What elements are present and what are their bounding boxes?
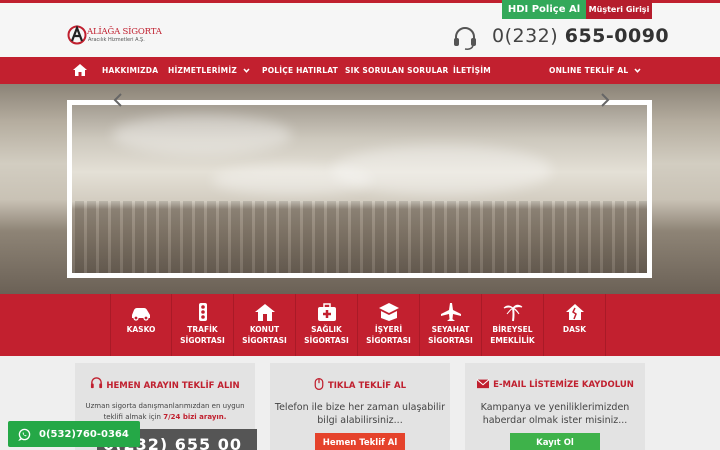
category-konut[interactable]: KONUT SİGORTASI	[234, 294, 296, 356]
main-nav: HAKKIMIZDA HİZMETLERİMİZ POLİÇE HATIRLAT…	[0, 57, 720, 84]
email-box: E-MAIL LİSTEMİZE KAYDOLUN Kampanya ve ye…	[465, 363, 645, 450]
cloud-shape	[332, 145, 552, 195]
whatsapp-button[interactable]: 0(532)760-0364	[8, 421, 140, 447]
phone-prefix: 0(232)	[492, 25, 565, 47]
workplace-icon	[378, 303, 399, 321]
get-quote-button[interactable]: Hemen Teklif Al	[315, 433, 405, 450]
category-dask[interactable]: DASK	[544, 294, 606, 356]
quote-box: TIKLA TEKLİF AL Telefon ile bize her zam…	[270, 363, 450, 450]
category-bireysel[interactable]: BİREYSEL EMEKLİLİK	[482, 294, 544, 356]
car-icon	[132, 308, 150, 321]
call-box-title-text: HEMEN ARAYIN TEKLİF ALIN	[106, 381, 240, 391]
first-aid-icon	[317, 303, 336, 321]
call-box-text-b: 7/24 bizi arayın.	[163, 413, 227, 421]
category-line1: SEYAHAT	[431, 325, 470, 334]
email-box-title-text: E-MAIL LİSTEMİZE KAYDOLUN	[493, 380, 634, 390]
headset-icon	[454, 27, 476, 50]
category-line1: İŞYERİ	[374, 325, 403, 334]
category-line1: TRAFİK	[187, 325, 218, 334]
logo-name: ALİAĞA SİGORTA	[87, 27, 162, 37]
chevron-down-icon	[243, 68, 250, 73]
category-seyahat[interactable]: SEYAHAT SİGORTASI	[420, 294, 482, 356]
hero-background	[0, 84, 720, 294]
whatsapp-icon	[18, 428, 31, 441]
phone-number: 655-0090	[564, 25, 670, 47]
quote-box-title: TIKLA TEKLİF AL	[270, 377, 450, 391]
category-line1: SAĞLIK	[311, 325, 342, 334]
site-logo[interactable]: ALİAĞA SİGORTA Aracılık Hizmetleri A.Ş.	[67, 25, 162, 47]
quote-box-text: Telefon ile bize her zaman ulaşabilir bi…	[274, 402, 446, 426]
category-line2: SİGORTASI	[242, 336, 287, 345]
palm-tree-icon	[503, 304, 522, 322]
category-line1: KASKO	[126, 325, 156, 334]
category-line2: SİGORTASI	[180, 336, 225, 345]
logo-mark-icon	[67, 25, 87, 45]
whatsapp-number: 0(532)760-0364	[39, 428, 129, 440]
category-line2: SİGORTASI	[366, 336, 411, 345]
category-trafik[interactable]: TRAFİK SİGORTASI	[172, 294, 234, 356]
category-saglik[interactable]: SAĞLIK SİGORTASI	[296, 294, 358, 356]
nav-item-services[interactable]: HİZMETLERİMİZ	[168, 57, 250, 84]
category-line2: EMEKLİLİK	[490, 336, 535, 345]
subscribe-button[interactable]: Kayıt Ol	[510, 433, 600, 450]
category-line1: DASK	[562, 325, 587, 334]
nav-item-label: İLETİŞİM	[453, 66, 491, 75]
nav-item-label: ONLINE TEKLİF AL	[549, 66, 629, 75]
email-box-text: Kampanya ve yeniliklerimizden haberdar o…	[480, 402, 630, 426]
quote-box-title-text: TIKLA TEKLİF AL	[327, 381, 407, 391]
nav-item-policy-reminder[interactable]: POLİÇE HATIRLAT	[262, 57, 338, 84]
nav-item-online-quote[interactable]: ONLINE TEKLİF AL	[549, 57, 641, 84]
call-box-text: Uzman sigorta danışmanlarımızdan en uygu…	[83, 401, 247, 423]
nav-item-about[interactable]: HAKKIMIZDA	[102, 57, 158, 84]
house-icon	[254, 304, 275, 321]
logo-subtitle: Aracılık Hizmetleri A.Ş.	[88, 37, 145, 43]
envelope-icon	[476, 379, 490, 389]
insurance-categories: KASKO TRAFİK SİGORTASI KONUT SİGORTASI S…	[0, 294, 720, 356]
mouse-icon	[314, 377, 324, 391]
slider-prev-icon[interactable]	[112, 92, 124, 108]
headset-icon	[91, 377, 103, 389]
cloud-shape	[112, 115, 292, 155]
traffic-light-icon	[198, 303, 207, 321]
category-line1: BİREYSEL	[492, 325, 533, 334]
nav-item-label: HİZMETLERİMİZ	[168, 66, 237, 75]
hdi-policy-button[interactable]: HDI Poliçe Al	[502, 0, 586, 19]
nav-item-label: HAKKIMIZDA	[102, 66, 159, 75]
nav-item-contact[interactable]: İLETİŞİM	[453, 57, 491, 84]
customer-login-button[interactable]: Müşteri Girişi	[586, 0, 652, 19]
nav-item-faq[interactable]: SIK SORULAN SORULAR	[345, 57, 449, 84]
cloud-shape	[212, 165, 372, 195]
category-kasko[interactable]: KASKO	[110, 294, 172, 356]
nav-item-label: POLİÇE HATIRLAT	[262, 66, 338, 75]
earthquake-house-icon	[565, 304, 584, 320]
category-isyeri[interactable]: İŞYERİ SİGORTASI	[358, 294, 420, 356]
email-box-title: E-MAIL LİSTEMİZE KAYDOLUN	[465, 377, 645, 390]
chevron-down-icon	[634, 68, 641, 73]
header-phone[interactable]: 0(232) 655-0090	[492, 25, 669, 47]
slider-next-icon[interactable]	[599, 92, 611, 108]
category-line1: KONUT	[249, 325, 280, 334]
call-box-title: HEMEN ARAYIN TEKLİF ALIN	[75, 377, 255, 391]
category-line2: SİGORTASI	[304, 336, 349, 345]
airplane-icon	[440, 303, 461, 321]
hero-slide	[67, 100, 652, 278]
category-line2: SİGORTASI	[428, 336, 473, 345]
home-icon[interactable]	[72, 63, 88, 77]
nav-item-label: SIK SORULAN SORULAR	[345, 66, 449, 75]
